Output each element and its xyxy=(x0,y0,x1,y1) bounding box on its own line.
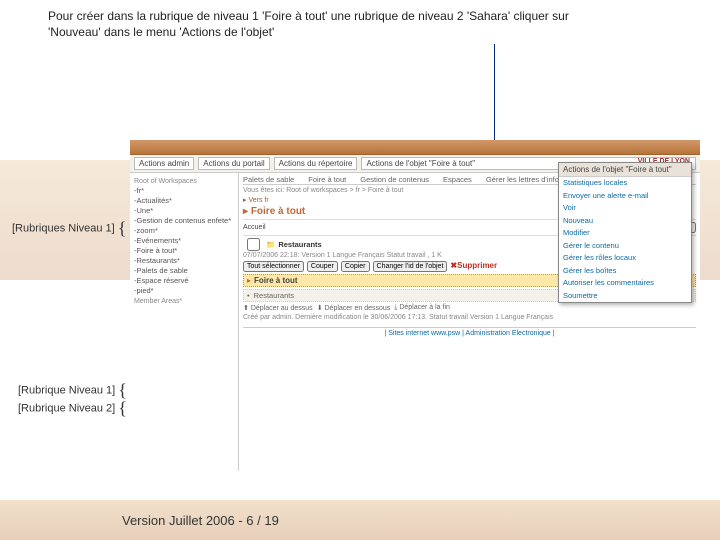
select-all-button[interactable]: Tout sélectionner xyxy=(243,261,304,272)
side-item[interactable]: -Actualités* xyxy=(134,196,234,205)
instruction-text: Pour créer dans la rubrique de niveau 1 … xyxy=(48,8,608,40)
side-item[interactable]: -Espace réservé xyxy=(134,276,234,285)
cms-app: Actions admin Actions du portail Actions… xyxy=(130,140,700,470)
side-item[interactable]: -Une* xyxy=(134,206,234,215)
side-item[interactable]: -Gestion de contenus enfete* xyxy=(134,216,234,225)
side-item[interactable]: -zoom* xyxy=(134,226,234,235)
pointer-arrow xyxy=(494,44,495,154)
dd-stats[interactable]: Statistiques locales xyxy=(559,177,691,190)
side-item[interactable]: -Evénements* xyxy=(134,236,234,245)
dd-comments[interactable]: Autoriser les commentaires xyxy=(559,277,691,290)
copy-button[interactable]: Copier xyxy=(341,261,370,272)
dd-contenu[interactable]: Gérer le contenu xyxy=(559,240,691,253)
dd-voir[interactable]: Voir xyxy=(559,202,691,215)
menu-actions-repertoire[interactable]: Actions du répertoire xyxy=(274,157,358,170)
side-item[interactable]: -pied* xyxy=(134,286,234,295)
side-item[interactable]: -fr* xyxy=(134,186,234,195)
change-id-button[interactable]: Changer l'id de l'objet xyxy=(373,261,448,272)
tab[interactable]: Palets de sable xyxy=(243,175,294,184)
side-item[interactable]: -Foire à tout* xyxy=(134,246,234,255)
side-sec-root: Root of Workspaces xyxy=(134,178,234,185)
row-checkbox[interactable] xyxy=(247,238,260,251)
move-buttons: ⬆ Déplacer au dessus ⬇ Déplacer en desso… xyxy=(243,304,696,312)
side-item[interactable]: -Restaurants* xyxy=(134,256,234,265)
dropdown-header: Actions de l'objet "Foire à tout" xyxy=(559,163,691,177)
label-rubrique-n2: [Rubrique Niveau 2] { xyxy=(18,398,127,419)
delete-button[interactable]: ✖Supprimer xyxy=(450,261,497,272)
dd-soumettre[interactable]: Soumettre xyxy=(559,290,691,303)
modified-meta: Créé par admin. Dernière modification le… xyxy=(243,314,696,321)
folder-icon: 📁 xyxy=(266,240,275,249)
sidebar: Root of Workspaces -fr* -Actualités* -Un… xyxy=(130,173,239,471)
dd-modifier[interactable]: Modifier xyxy=(559,227,691,240)
dd-nouveau[interactable]: Nouveau xyxy=(559,215,691,228)
app-footer: | Sites internet www.psw | Administratio… xyxy=(243,327,696,337)
tab[interactable]: Foire à tout xyxy=(308,175,346,184)
cut-button[interactable]: Couper xyxy=(307,261,338,272)
tab[interactable]: Espaces xyxy=(443,175,472,184)
tab[interactable]: Gérer les lettres d'infos xyxy=(486,175,563,184)
move-up[interactable]: Déplacer au dessus xyxy=(251,305,313,312)
side-sec-members: Member Areas* xyxy=(134,298,234,305)
side-item[interactable]: -Palets de sable xyxy=(134,266,234,275)
menu-actions-admin[interactable]: Actions admin xyxy=(134,157,194,170)
page-version: Version Juillet 2006 - 6 / 19 xyxy=(122,513,279,528)
dd-alert[interactable]: Envoyer une alerte e-mail xyxy=(559,190,691,203)
move-end[interactable]: Déplacer à la fin xyxy=(399,304,450,311)
menu-actions-portail[interactable]: Actions du portail xyxy=(198,157,269,170)
breadcrumb-up[interactable]: ▸ Vers fr xyxy=(243,197,269,204)
actions-objet-dropdown: Actions de l'objet "Foire à tout" Statis… xyxy=(558,162,692,303)
dd-roles[interactable]: Gérer les rôles locaux xyxy=(559,252,691,265)
label-rubriques-n1: [Rubriques Niveau 1] { xyxy=(12,218,126,239)
dd-boites[interactable]: Gérer les boîtes xyxy=(559,265,691,278)
tab[interactable]: Gestion de contenus xyxy=(360,175,429,184)
app-topbar xyxy=(130,140,700,155)
toolbar-accueil[interactable]: Accueil xyxy=(243,224,266,231)
move-down[interactable]: Déplacer en dessous xyxy=(325,305,391,312)
